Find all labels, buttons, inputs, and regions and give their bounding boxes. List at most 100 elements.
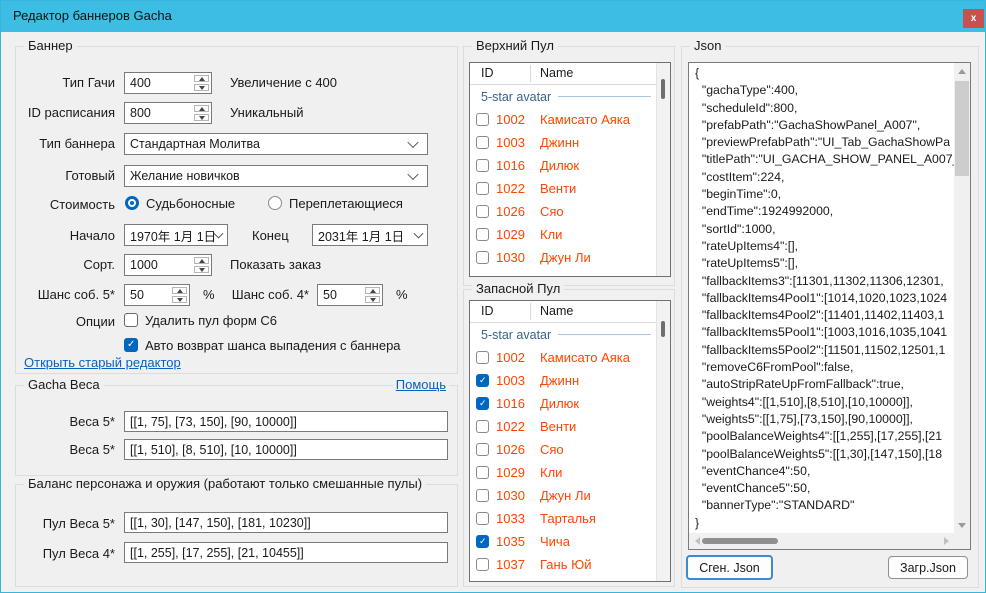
item-checkbox[interactable] [476, 205, 489, 218]
upper-pool-scrollbar[interactable] [656, 63, 670, 276]
load-json-button[interactable]: Загр.Json [888, 556, 968, 579]
item-checkbox[interactable] [476, 466, 489, 479]
item-checkbox[interactable] [476, 182, 489, 195]
list-item[interactable]: 1003Джинн [470, 131, 657, 154]
item-checkbox[interactable] [476, 558, 489, 571]
list-body: 5-star avatar 1002Камисато Аяка1003Джинн… [470, 323, 670, 581]
spin-up-icon[interactable] [194, 257, 209, 264]
preset-select[interactable]: Желание новичков [124, 165, 428, 187]
spin-down-icon[interactable] [194, 266, 209, 273]
remove-c6-checkbox[interactable] [124, 313, 138, 327]
spin-up-icon[interactable] [172, 287, 187, 294]
weights-group-label: Gacha Веса [24, 377, 104, 392]
cost-radio-intertwined-label[interactable]: Переплетающиеся [289, 196, 403, 211]
list-item[interactable]: 1033 Тарталья [470, 507, 657, 530]
open-old-editor-link[interactable]: Открыть старый редактор [24, 355, 181, 370]
list-item[interactable]: 1002Камисато Аяка [470, 346, 657, 369]
banner-group-label: Баннер [24, 38, 77, 53]
item-name: Сяо [540, 442, 564, 457]
list-item[interactable]: 1026Сяо [470, 200, 657, 223]
chance4-label: Шанс соб. 4* [215, 287, 309, 302]
cost-radio-fate-label[interactable]: Судьбоносные [146, 196, 235, 211]
item-checkbox[interactable] [476, 228, 489, 241]
weights4-input[interactable]: [[1, 510], [8, 510], [10, 10000]] [124, 439, 448, 460]
help-link[interactable]: Помощь [393, 377, 449, 392]
item-checkbox[interactable] [476, 397, 489, 410]
spin-up-icon[interactable] [194, 75, 209, 82]
item-checkbox[interactable] [476, 512, 489, 525]
auto-strip-checkbox[interactable] [124, 338, 138, 352]
item-checkbox[interactable] [476, 443, 489, 456]
list-item[interactable]: 1029Кли [470, 461, 657, 484]
sort-label: Сорт. [16, 257, 115, 272]
list-item[interactable]: 1038Альбедо [470, 576, 657, 581]
cost-radio-intertwined[interactable] [268, 196, 282, 210]
json-horizontal-scrollbar[interactable] [689, 533, 954, 549]
remove-c6-checkbox-label[interactable]: Удалить пул форм С6 [145, 313, 277, 328]
close-button[interactable]: x [963, 9, 984, 28]
list-item[interactable]: 1003Джинн [470, 369, 657, 392]
weights5-input[interactable]: [[1, 75], [73, 150], [90, 10000]] [124, 411, 448, 432]
end-date-picker[interactable]: 2031年 1月 1日 [312, 224, 428, 246]
item-checkbox[interactable] [476, 136, 489, 149]
list-item[interactable]: 1022Венти [470, 177, 657, 200]
scroll-right-icon[interactable] [938, 533, 954, 549]
scrollbar-thumb[interactable] [702, 538, 778, 544]
list-item[interactable]: 1002Камисато Аяка [470, 108, 657, 131]
generate-json-button[interactable]: Сген. Json [686, 555, 773, 580]
scroll-up-icon[interactable] [954, 63, 970, 79]
item-checkbox[interactable] [476, 159, 489, 172]
item-id: 1033 [496, 511, 533, 526]
banner-type-select[interactable]: Стандартная Молитва [124, 133, 428, 155]
list-item[interactable]: 1016Дилюк [470, 154, 657, 177]
auto-strip-checkbox-label[interactable]: Авто возврат шанса выпадения с баннера [145, 338, 401, 353]
section-line [558, 334, 651, 335]
cost-radio-fate[interactable] [125, 196, 139, 210]
spin-up-icon[interactable] [365, 287, 380, 294]
list-item[interactable]: 1029Кли [470, 223, 657, 246]
list-item[interactable]: 1026Сяо [470, 438, 657, 461]
list-item[interactable]: 1022Венти [470, 415, 657, 438]
json-vertical-scrollbar[interactable] [954, 63, 970, 533]
fallback-pool-scrollbar[interactable] [656, 301, 670, 581]
item-checkbox[interactable] [476, 535, 489, 548]
item-name: Тарталья [540, 511, 596, 526]
scrollbar-thumb[interactable] [661, 79, 665, 99]
list-item[interactable]: 1030Джун Ли [470, 484, 657, 507]
column-id: ID [481, 304, 494, 318]
spin-down-icon[interactable] [365, 296, 380, 303]
schedule-id-spinner [193, 104, 210, 122]
scrollbar-thumb[interactable] [955, 81, 969, 176]
list-item[interactable]: 1030Джун Ли [470, 246, 657, 269]
spin-down-icon[interactable] [194, 84, 209, 91]
pool-weights4-input[interactable]: [[1, 255], [17, 255], [21, 10455]] [124, 542, 448, 563]
list-item[interactable]: 1037Гань Юй [470, 553, 657, 576]
sort-input[interactable]: 1000 [124, 254, 212, 276]
schedule-id-input[interactable]: 800 [124, 102, 212, 124]
json-textarea[interactable]: { "gachaType":400, "scheduleId":800, "pr… [688, 62, 971, 550]
pool-weights5-input[interactable]: [[1, 30], [147, 150], [181, 10230]] [124, 512, 448, 533]
json-text[interactable]: { "gachaType":400, "scheduleId":800, "pr… [689, 63, 954, 533]
item-checkbox[interactable] [476, 251, 489, 264]
preset-label: Готовый [16, 168, 115, 183]
item-checkbox[interactable] [476, 113, 489, 126]
spin-down-icon[interactable] [194, 114, 209, 121]
list-item[interactable]: 1016Дилюк [470, 392, 657, 415]
spin-up-icon[interactable] [194, 105, 209, 112]
scroll-down-icon[interactable] [954, 517, 970, 533]
item-checkbox[interactable] [476, 351, 489, 364]
begin-date-picker[interactable]: 1970年 1月 1日 [124, 224, 228, 246]
gacha-type-input[interactable]: 400 [124, 72, 212, 94]
column-name: Name [540, 304, 573, 318]
item-name: Камисато Аяка [540, 112, 630, 127]
fallback-pool-list[interactable]: ID Name 5-star avatar 1002Камисато Аяка1… [469, 300, 671, 582]
chance5-input[interactable]: 50 [124, 284, 190, 306]
scrollbar-thumb[interactable] [661, 321, 665, 337]
spin-down-icon[interactable] [172, 296, 187, 303]
upper-pool-list[interactable]: ID Name 5-star avatar 1002Камисато Аяка1… [469, 62, 671, 277]
chance4-input[interactable]: 50 [317, 284, 383, 306]
list-item[interactable]: 1035Чича [470, 530, 657, 553]
item-checkbox[interactable] [476, 420, 489, 433]
item-checkbox[interactable] [476, 489, 489, 502]
item-checkbox[interactable] [476, 374, 489, 387]
